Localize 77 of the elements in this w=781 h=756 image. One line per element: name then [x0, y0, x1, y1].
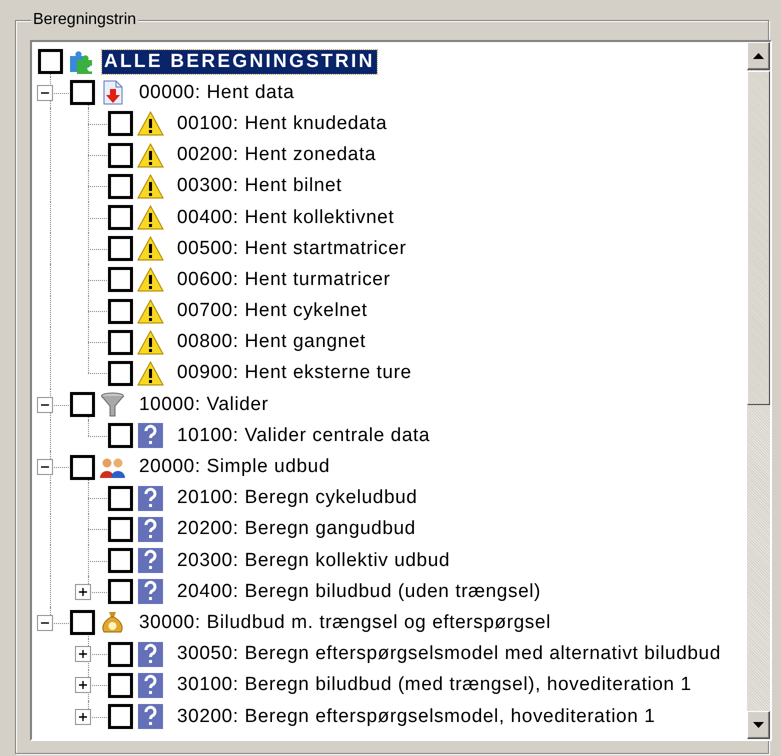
help-icon	[137, 422, 164, 450]
collapse-icon[interactable]	[37, 614, 53, 631]
help-icon	[137, 484, 164, 512]
help-icon	[137, 516, 164, 543]
tree-item[interactable]: 00700: Hent cykelnet	[175, 299, 370, 324]
checkbox[interactable]	[108, 298, 133, 324]
scroll-down-button[interactable]	[747, 711, 770, 739]
group-title: Beregningstrin	[31, 10, 138, 30]
expand-icon[interactable]	[75, 677, 91, 694]
checkbox[interactable]	[70, 454, 95, 480]
checkbox[interactable]	[108, 548, 133, 574]
up-arrow-icon	[752, 52, 765, 60]
checkbox[interactable]	[38, 49, 63, 74]
checkbox[interactable]	[70, 392, 95, 418]
tree-item[interactable]: 30200: Beregn efterspørgselsmodel, hovediteration 1	[175, 704, 658, 729]
expand-icon[interactable]	[75, 708, 91, 725]
checkbox[interactable]	[70, 610, 95, 636]
tree-item[interactable]: 00500: Hent startmatricer	[175, 236, 408, 261]
tree-item[interactable]: 00300: Hent bilnet	[175, 174, 344, 198]
collapse-icon[interactable]	[37, 396, 53, 413]
tree-item[interactable]: 20300: Beregn kollektiv udbud	[175, 548, 452, 573]
checkbox[interactable]	[108, 672, 133, 698]
tree-item[interactable]: 00400: Hent kollektivnet	[175, 206, 396, 230]
scroll-up-button[interactable]	[747, 42, 770, 70]
tree-item[interactable]: 20100: Beregn cykeludbud	[175, 486, 420, 510]
checkbox[interactable]	[70, 80, 95, 106]
checkbox[interactable]	[108, 642, 133, 667]
help-icon	[137, 547, 164, 574]
tree-item[interactable]: 00000: Hent data	[137, 80, 296, 105]
tree-item[interactable]: 10000: Valider	[137, 392, 271, 417]
tree-item[interactable]: 20000: Simple udbud	[137, 455, 332, 480]
tree-item[interactable]: 20400: Beregn biludbud (uden trængsel)	[175, 580, 543, 604]
checkbox[interactable]	[108, 236, 133, 262]
tree-item[interactable]: 00600: Hent turmatricer	[175, 268, 392, 292]
tree-item[interactable]: 30050: Beregn efterspørgselsmodel med alternativt biludbud	[175, 642, 723, 666]
warning-icon	[137, 298, 164, 325]
checkbox[interactable]	[108, 330, 133, 355]
tree-item[interactable]: 20200: Beregn gangudbud	[175, 517, 418, 542]
warning-icon	[137, 360, 164, 387]
checkbox[interactable]	[108, 704, 133, 730]
expand-icon[interactable]	[75, 584, 91, 600]
checkbox[interactable]	[108, 516, 133, 542]
down-arrow-icon	[752, 721, 765, 729]
tree-item[interactable]: 00100: Hent knudedata	[175, 112, 390, 136]
warning-icon	[137, 110, 164, 138]
help-icon	[137, 703, 164, 730]
checkbox[interactable]	[108, 267, 133, 292]
collapse-icon[interactable]	[37, 459, 53, 476]
warning-icon	[137, 142, 164, 169]
collapse-icon[interactable]	[37, 84, 53, 101]
checkbox[interactable]	[108, 111, 133, 136]
warning-icon	[137, 204, 164, 232]
checkbox[interactable]	[108, 486, 133, 511]
checkbox[interactable]	[108, 579, 133, 604]
checkbox[interactable]	[108, 142, 133, 168]
tree-item[interactable]: 00800: Hent gangnet	[175, 330, 368, 354]
tree-item[interactable]: 00900: Hent eksterne ture	[175, 361, 414, 386]
scroll-thumb[interactable]	[747, 71, 770, 405]
tree-item[interactable]: 00200: Hent zonedata	[175, 143, 378, 168]
tree-item[interactable]: 30100: Beregn biludbud (med trængsel), hovediteration 1	[175, 673, 694, 698]
checkbox[interactable]	[108, 205, 133, 230]
funnel-icon	[99, 391, 126, 418]
checkbox[interactable]	[108, 423, 133, 448]
help-icon	[137, 578, 164, 606]
expand-icon[interactable]	[75, 646, 91, 662]
checkbox[interactable]	[108, 174, 133, 199]
warning-icon	[137, 328, 164, 356]
help-icon	[137, 672, 164, 699]
checkbox[interactable]	[108, 360, 133, 386]
warning-icon	[137, 235, 164, 262]
tree-item[interactable]: 30000: Biludbud m. trængsel og efterspørgsel	[137, 610, 553, 635]
warning-icon	[137, 266, 164, 294]
scrollbar[interactable]	[747, 42, 770, 739]
tree-item[interactable]: 10100: Valider centrale data	[175, 424, 432, 448]
tree-item[interactable]: ALLE BEREGNINGSTRIN	[102, 50, 377, 74]
help-icon	[137, 640, 164, 668]
warning-icon	[137, 172, 164, 200]
